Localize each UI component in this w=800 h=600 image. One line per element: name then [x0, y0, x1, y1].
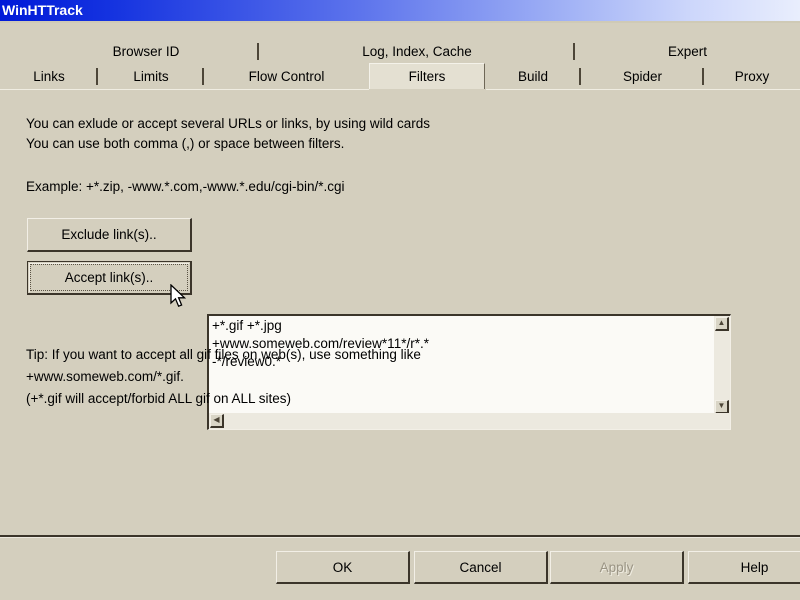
- tab-links[interactable]: Links: [0, 64, 98, 89]
- filters-text-content: +*.gif +*.jpg +www.someweb.com/review*11…: [212, 318, 429, 369]
- tab-label: Expert: [667, 44, 708, 59]
- scroll-left-glyph: ◀: [213, 415, 220, 424]
- tab-row-bottom: Links Limits Flow Control Filters Build …: [0, 63, 800, 89]
- tab-label: Limits: [133, 69, 169, 84]
- apply-label: Apply: [599, 560, 634, 575]
- intro-line-2: You can use both comma (,) or space betw…: [26, 136, 345, 151]
- tab-browser-id[interactable]: Browser ID: [33, 39, 259, 64]
- tab-label: Spider: [622, 69, 663, 84]
- tab-label: Log, Index, Cache: [362, 44, 472, 59]
- scroll-down-arrow-icon[interactable]: ▼: [715, 400, 729, 414]
- tab-underline-right: [486, 89, 800, 90]
- accept-links-button[interactable]: Accept link(s)..: [27, 261, 192, 295]
- tab-filters[interactable]: Filters: [369, 63, 485, 89]
- tab-label: Filters: [408, 69, 446, 84]
- filters-horizontal-scrollbar[interactable]: ◀ ▶: [209, 413, 729, 429]
- tab-flow-control[interactable]: Flow Control: [204, 64, 369, 89]
- filters-panel: You can exlude or accept several URLs or…: [0, 94, 800, 535]
- example-line: Example: +*.zip, -www.*.com,-www.*.edu/c…: [26, 179, 345, 194]
- help-label: Help: [740, 560, 769, 575]
- exclude-links-button[interactable]: Exclude link(s)..: [27, 218, 192, 252]
- ok-button[interactable]: OK: [276, 551, 410, 584]
- window-titlebar[interactable]: WinHTTrack: [0, 0, 800, 21]
- dialog-button-bar: OK Cancel Apply Help: [0, 538, 800, 600]
- tab-strip: Browser ID Log, Index, Cache Expert Link…: [0, 23, 800, 93]
- tab-build[interactable]: Build: [485, 64, 581, 89]
- tip-line-1: Tip: If you want to accept all gif files…: [26, 347, 421, 362]
- tab-row-top: Browser ID Log, Index, Cache Expert: [0, 39, 800, 64]
- filters-vertical-scrollbar[interactable]: ▲ ▼: [714, 316, 730, 416]
- scrollbar-corner: [714, 413, 730, 429]
- tab-underline-left: [0, 89, 369, 90]
- tab-spider[interactable]: Spider: [581, 64, 704, 89]
- tab-proxy[interactable]: Proxy: [704, 64, 800, 89]
- tab-log-index-cache[interactable]: Log, Index, Cache: [259, 39, 575, 64]
- scroll-up-glyph: ▲: [717, 318, 726, 327]
- filters-textarea[interactable]: +*.gif +*.jpg +www.someweb.com/review*11…: [207, 314, 731, 430]
- tab-label: Proxy: [734, 69, 770, 84]
- intro-line-1: You can exlude or accept several URLs or…: [26, 116, 430, 131]
- help-button[interactable]: Help: [688, 551, 800, 584]
- apply-button: Apply: [550, 551, 684, 584]
- scroll-left-arrow-icon[interactable]: ◀: [210, 414, 224, 428]
- tab-limits[interactable]: Limits: [98, 64, 204, 89]
- cancel-label: Cancel: [459, 560, 502, 575]
- cancel-button[interactable]: Cancel: [414, 551, 548, 584]
- accept-links-label: Accept link(s)..: [64, 270, 154, 285]
- tab-expert[interactable]: Expert: [575, 39, 800, 64]
- tip-line-3: (+*.gif will accept/forbid ALL gif on AL…: [26, 391, 292, 406]
- tab-label: Links: [33, 69, 65, 84]
- scroll-up-arrow-icon[interactable]: ▲: [715, 317, 729, 331]
- scroll-down-glyph: ▼: [717, 401, 726, 410]
- exclude-links-label: Exclude link(s)..: [61, 227, 157, 242]
- tip-line-2: +www.someweb.com/*.gif.: [26, 369, 184, 384]
- tab-label: Browser ID: [112, 44, 180, 59]
- window-title: WinHTTrack: [2, 2, 83, 18]
- tab-label: Build: [517, 69, 549, 84]
- tab-label: Flow Control: [248, 69, 325, 84]
- ok-label: OK: [332, 560, 353, 575]
